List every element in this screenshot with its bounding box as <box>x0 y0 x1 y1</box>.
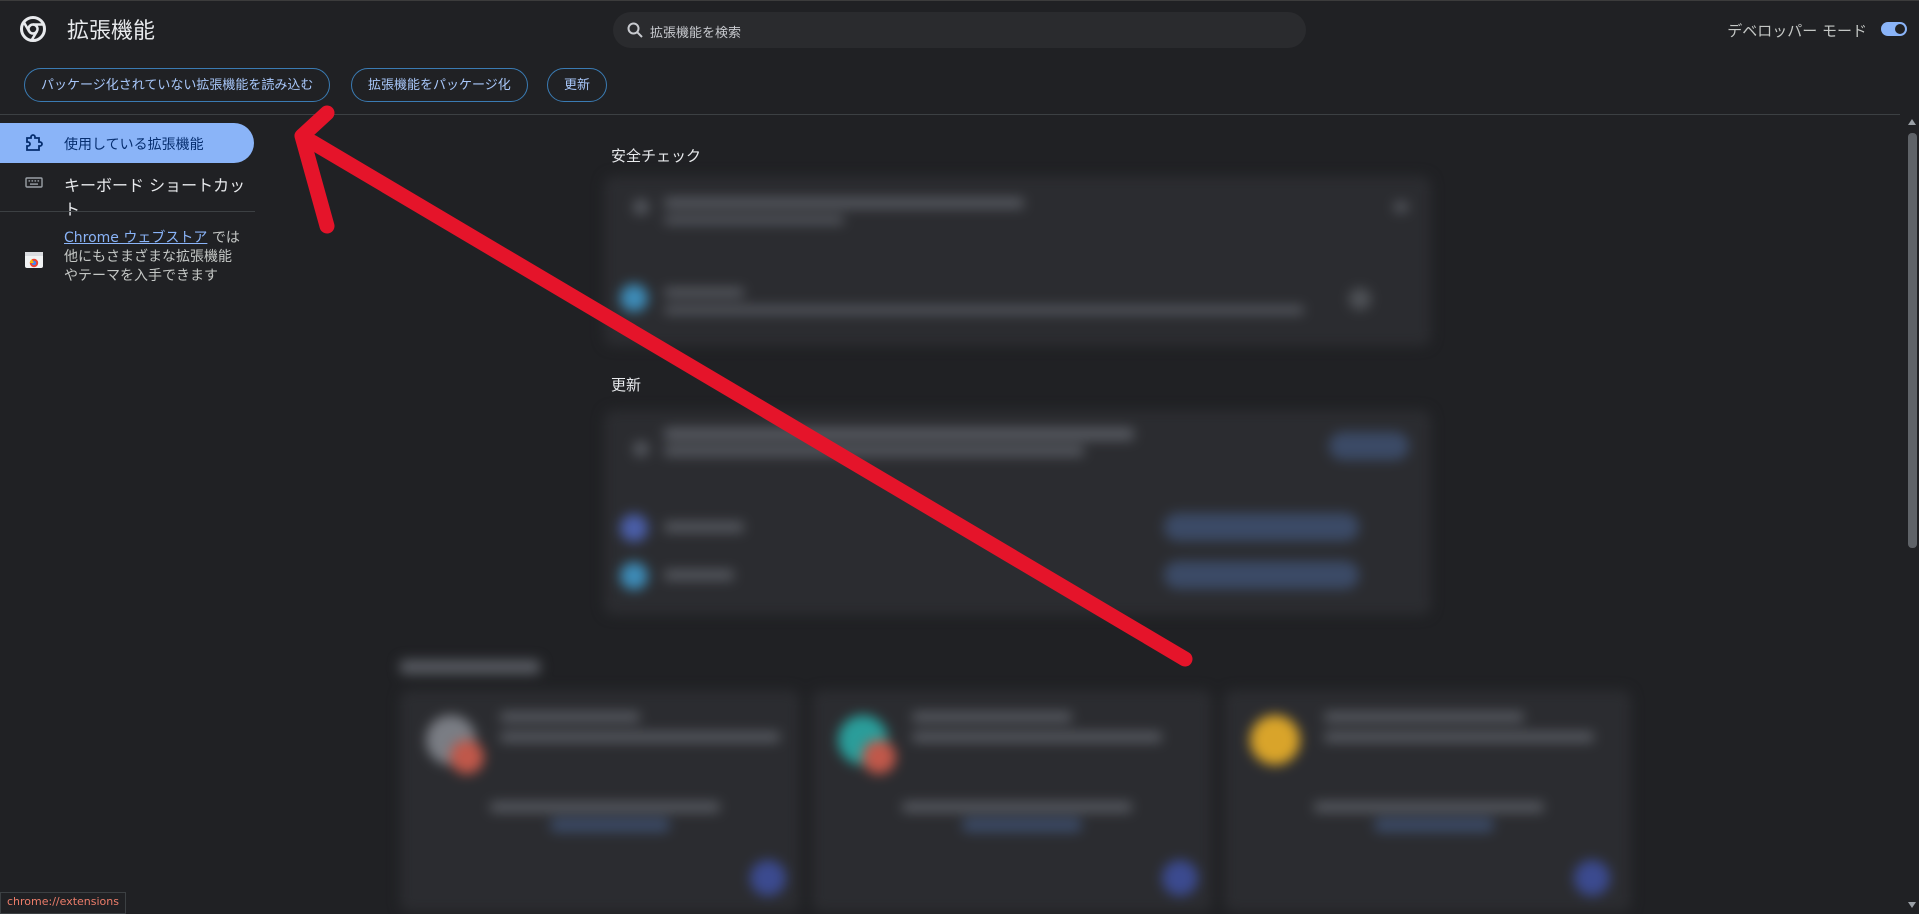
search-input[interactable]: 拡張機能を検索 <box>613 12 1306 48</box>
scrollbar-thumb[interactable] <box>1908 133 1917 548</box>
load-unpacked-button[interactable]: パッケージ化されていない拡張機能を読み込む <box>24 68 331 102</box>
scroll-up-arrow-icon[interactable] <box>1908 119 1916 125</box>
page-scrollbar[interactable] <box>1905 115 1919 912</box>
safety-check-title: 安全チェック <box>611 147 702 165</box>
keyboard-icon <box>25 177 43 188</box>
sidebar-item-label: キーボード ショートカット <box>64 176 246 219</box>
top-bar: 拡張機能 拡張機能を検索 デベロッパー モード <box>0 0 1919 57</box>
update-button[interactable]: 更新 <box>547 68 608 102</box>
chrome-logo-icon <box>20 16 46 42</box>
search-placeholder: 拡張機能を検索 <box>650 26 742 41</box>
developer-mode-toggle[interactable] <box>1881 22 1907 36</box>
sidebar-item-label: 使用している拡張機能 <box>64 137 204 153</box>
puzzle-icon <box>26 134 43 151</box>
status-bar-url: chrome://extensions <box>0 892 126 914</box>
search-icon <box>627 22 643 38</box>
webstore-icon <box>25 252 43 268</box>
header-divider <box>0 114 1900 115</box>
developer-mode-label: デベロッパー モード <box>1727 22 1867 40</box>
webstore-promo-text: Chrome ウェブストア では 他にもさまざまな拡張機能 やテーマを入手できま… <box>64 229 249 286</box>
webstore-text-line3: やテーマを入手できます <box>64 268 218 284</box>
sidebar-divider <box>0 211 255 212</box>
updates-title: 更新 <box>611 376 642 394</box>
sidebar-item-keyboard-shortcuts[interactable]: キーボード ショートカット <box>0 162 254 219</box>
webstore-text-line2: 他にもさまざまな拡張機能 <box>64 249 232 265</box>
webstore-link[interactable]: Chrome ウェブストア <box>64 230 207 246</box>
scroll-down-arrow-icon[interactable] <box>1908 902 1916 908</box>
pack-extension-button[interactable]: 拡張機能をパッケージ化 <box>351 68 528 102</box>
page-title: 拡張機能 <box>67 19 156 44</box>
webstore-text-suffix: では <box>211 230 240 246</box>
sidebar-item-my-extensions[interactable]: 使用している拡張機能 <box>0 123 254 163</box>
